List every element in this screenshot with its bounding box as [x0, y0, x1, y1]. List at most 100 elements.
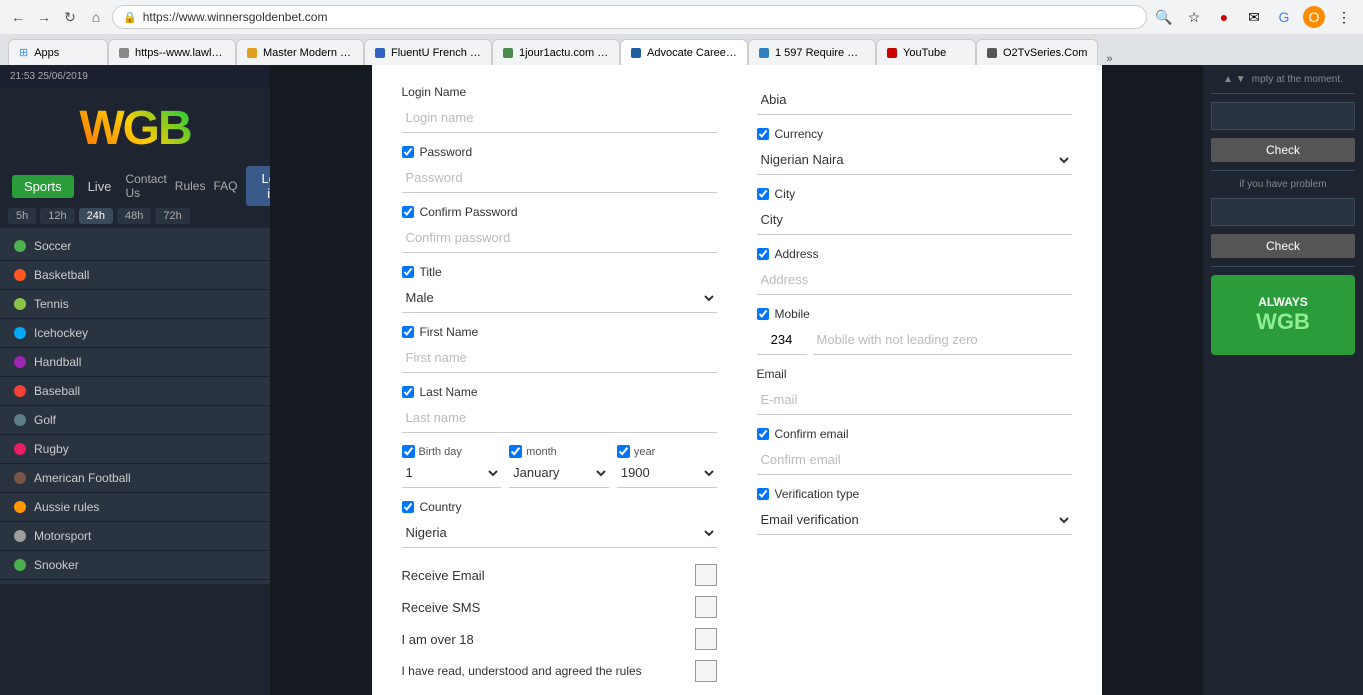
address-checkbox[interactable]: [757, 248, 769, 260]
title-label: Title: [402, 265, 717, 279]
currency-checkbox[interactable]: [757, 128, 769, 140]
time-72h[interactable]: 72h: [155, 208, 189, 224]
pinterest-icon[interactable]: ●: [1213, 6, 1235, 28]
title-select[interactable]: Male Female: [402, 283, 717, 313]
verification-type-select[interactable]: Email verification SMS verification: [757, 505, 1072, 535]
birthday-row: Birth day 123 month: [402, 445, 717, 488]
receive-email-checkbox[interactable]: [695, 564, 717, 586]
soccer-dot: [14, 240, 26, 252]
check-button-2[interactable]: Check: [1211, 234, 1355, 258]
sport-golf[interactable]: Golf: [0, 406, 270, 435]
birthday-month-select[interactable]: JanuaryFebruaryMarch: [509, 458, 609, 488]
sport-aussie-rules[interactable]: Aussie rules: [0, 493, 270, 522]
city-checkbox[interactable]: [757, 188, 769, 200]
birthday-year-checkbox[interactable]: [617, 445, 630, 458]
main-layout: 21:53 25/06/2019 WGB Sports Live Contact…: [0, 65, 1363, 695]
sport-handball[interactable]: Handball: [0, 348, 270, 377]
sport-snooker[interactable]: Snooker: [0, 551, 270, 580]
forward-button[interactable]: →: [34, 7, 54, 27]
email-group: Email: [757, 367, 1072, 415]
birthday-day-select[interactable]: 123: [402, 458, 502, 488]
tab-1597[interactable]: 1 597 Require Syno...: [748, 39, 876, 65]
nav-sports[interactable]: Sports: [12, 175, 74, 198]
address-input[interactable]: [757, 265, 1072, 295]
country-checkbox[interactable]: [402, 501, 414, 513]
birthday-month-checkbox[interactable]: [509, 445, 522, 458]
mobile-number-input[interactable]: [813, 325, 1072, 355]
nav-faq[interactable]: FAQ: [213, 179, 237, 193]
birthday-year-select[interactable]: 190019502000: [617, 458, 717, 488]
confirm-email-input[interactable]: [757, 445, 1072, 475]
sport-basketball[interactable]: Basketball: [0, 261, 270, 290]
check-button-1[interactable]: Check: [1211, 138, 1355, 162]
nav-rules[interactable]: Rules: [175, 179, 206, 193]
menu-icon[interactable]: ⋮: [1333, 6, 1355, 28]
login-button[interactable]: Log in: [246, 166, 271, 206]
refresh-button[interactable]: ↻: [60, 7, 80, 27]
sidebar: 21:53 25/06/2019 WGB Sports Live Contact…: [0, 65, 270, 695]
sport-baseball[interactable]: Baseball: [0, 377, 270, 406]
datetime: 21:53 25/06/2019: [0, 65, 270, 88]
time-5h[interactable]: 5h: [8, 208, 36, 224]
sport-icehockey[interactable]: Icehockey: [0, 319, 270, 348]
tab-advocate[interactable]: Advocate Careers |...: [620, 39, 748, 65]
confirm-password-checkbox[interactable]: [402, 206, 414, 218]
tab-lawless[interactable]: https--www.lawless...: [108, 39, 236, 65]
time-48h[interactable]: 48h: [117, 208, 151, 224]
more-tabs-button[interactable]: »: [1098, 53, 1120, 65]
form-grid: Login Name Password: [402, 85, 1072, 692]
mail-icon[interactable]: ✉: [1243, 6, 1265, 28]
confirm-password-input[interactable]: [402, 223, 717, 253]
sport-soccer[interactable]: Soccer: [0, 232, 270, 261]
city-input[interactable]: [757, 205, 1072, 235]
last-name-checkbox[interactable]: [402, 386, 414, 398]
login-name-input[interactable]: [402, 103, 717, 133]
sport-tennis[interactable]: Tennis: [0, 290, 270, 319]
nav-live[interactable]: Live: [76, 175, 124, 198]
login-name-label: Login Name: [402, 85, 717, 99]
profile-icon[interactable]: O: [1303, 6, 1325, 28]
birthday-day-checkbox[interactable]: [402, 445, 415, 458]
state-input[interactable]: [757, 85, 1072, 115]
home-button[interactable]: ⌂: [86, 7, 106, 27]
bookmark-icon[interactable]: ☆: [1183, 6, 1205, 28]
password-input[interactable]: [402, 163, 717, 193]
sport-motorsport[interactable]: Motorsport: [0, 522, 270, 551]
title-checkbox[interactable]: [402, 266, 414, 278]
tab-o2tv[interactable]: O2TvSeries.Com: [976, 39, 1098, 65]
tab-1jour[interactable]: 1jour1actu.com - L'...: [492, 39, 620, 65]
state-group: [757, 85, 1072, 115]
right-code-input-1[interactable]: [1211, 102, 1355, 130]
first-name-checkbox[interactable]: [402, 326, 414, 338]
sport-rugby[interactable]: Rugby: [0, 435, 270, 464]
verification-type-checkbox[interactable]: [757, 488, 769, 500]
right-code-input-2[interactable]: [1211, 198, 1355, 226]
mobile-prefix-input[interactable]: [757, 325, 807, 355]
email-input[interactable]: [757, 385, 1072, 415]
mobile-label: Mobile: [757, 307, 1072, 321]
tab-fluentu[interactable]: FluentU French Lear...: [364, 39, 492, 65]
time-12h[interactable]: 12h: [40, 208, 74, 224]
address-bar[interactable]: 🔒 https://www.winnersgoldenbet.com: [112, 5, 1147, 29]
country-select[interactable]: Nigeria Ghana: [402, 518, 717, 548]
currency-select[interactable]: Nigerian Naira USD: [757, 145, 1072, 175]
tab-master[interactable]: Master Modern Fre...: [236, 39, 364, 65]
over-18-checkbox[interactable]: [695, 628, 717, 650]
time-filters: 5h 12h 24h 48h 72h: [0, 204, 270, 228]
sport-american-football[interactable]: American Football: [0, 464, 270, 493]
last-name-input[interactable]: [402, 403, 717, 433]
back-button[interactable]: ←: [8, 7, 28, 27]
rules-checkbox[interactable]: [695, 660, 717, 682]
birthday-group: Birth day 123 month: [402, 445, 717, 488]
receive-sms-checkbox[interactable]: [695, 596, 717, 618]
time-24h[interactable]: 24h: [79, 208, 113, 224]
nav-contact[interactable]: Contact Us: [125, 172, 166, 200]
first-name-input[interactable]: [402, 343, 717, 373]
tab-apps[interactable]: ⊞ Apps: [8, 39, 108, 65]
google-icon[interactable]: G: [1273, 6, 1295, 28]
confirm-email-checkbox[interactable]: [757, 428, 769, 440]
search-icon[interactable]: 🔍: [1153, 6, 1175, 28]
tab-youtube[interactable]: YouTube: [876, 39, 976, 65]
password-checkbox[interactable]: [402, 146, 414, 158]
mobile-checkbox[interactable]: [757, 308, 769, 320]
